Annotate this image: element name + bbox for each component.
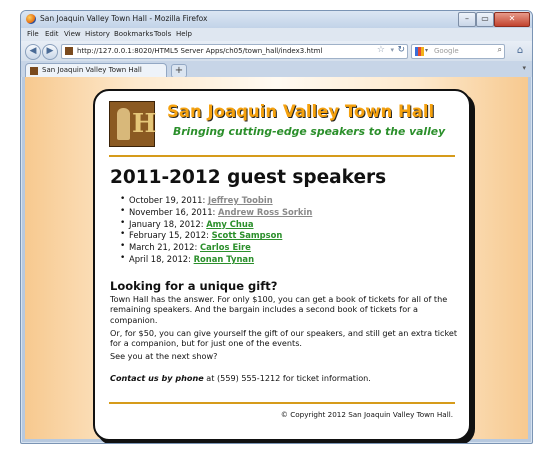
tab-strip: San Joaquin Valley Town Hall + ▾ [21,61,532,78]
title-bar[interactable]: San Joaquin Valley Town Hall - Mozilla F… [21,11,532,28]
new-tab-button[interactable]: + [171,64,187,78]
speaker-list: October 19, 2011: Jeffrey Toobin Novembe… [119,194,312,266]
contact-paragraph: Contact us by phone at (559) 555-1212 fo… [110,373,458,383]
speaker-link[interactable]: Andrew Ross Sorkin [218,207,312,217]
gift-paragraph-1: Town Hall has the answer. For only $100,… [110,294,448,325]
site-tagline: Bringing cutting-edge speakers to the va… [173,125,446,138]
contact-text: at (559) 555-1212 for ticket information… [203,373,371,383]
browser-window: San Joaquin Valley Town Hall - Mozilla F… [20,10,533,444]
menu-history[interactable]: History [85,30,110,38]
gift-heading: Looking for a unique gift? [110,279,278,293]
menu-edit[interactable]: Edit [45,30,59,38]
firefox-icon [26,14,36,24]
speaker-link[interactable]: Scott Sampson [212,230,283,240]
window-title: San Joaquin Valley Town Hall - Mozilla F… [40,14,208,23]
menu-bookmarks[interactable]: Bookmarks [114,30,153,38]
copyright-footer: © Copyright 2012 San Joaquin Valley Town… [280,410,453,419]
speaker-link[interactable]: Jeffrey Toobin [208,195,273,205]
search-box[interactable]: ▾ Google ⌕ [411,44,505,59]
tab-town-hall[interactable]: San Joaquin Valley Town Hall [25,63,167,78]
menu-tools[interactable]: Tools [154,30,171,38]
maximize-button[interactable]: ▭ [476,12,494,27]
speaker-figure-icon [117,108,130,140]
minimize-button[interactable]: – [458,12,476,27]
list-item: October 19, 2011: Jeffrey Toobin [119,194,312,207]
tab-favicon [30,67,38,75]
list-item: April 18, 2012: Ronan Tynan [119,253,312,266]
header-divider [109,155,455,157]
home-icon[interactable]: ⌂ [514,45,526,57]
list-item: March 21, 2012: Carlos Eire [119,241,312,254]
tab-list-icon[interactable]: ▾ [522,64,526,72]
logo-monogram-icon: H [132,109,157,139]
search-engine-dropdown-icon[interactable]: ▾ [425,47,428,54]
list-item: January 18, 2012: Amy Chua [119,218,312,231]
site-favicon [65,47,73,55]
list-item: February 15, 2012: Scott Sampson [119,229,312,242]
footer-divider [109,402,455,404]
forward-arrow-icon[interactable]: ▶ [42,44,58,60]
menu-view[interactable]: View [64,30,81,38]
history-dropdown-icon[interactable]: ▾ [390,46,394,54]
speaker-date: October 19, 2011: [129,195,208,205]
close-button[interactable]: ✕ [494,12,530,27]
town-hall-logo: H [109,101,157,147]
speaker-date: April 18, 2012: [129,253,194,264]
speaker-link[interactable]: Carlos Eire [200,242,251,252]
speakers-heading: 2011-2012 guest speakers [110,167,387,188]
bookmark-star-icon[interactable]: ☆ [377,45,385,55]
address-bar[interactable]: http://127.0.0.1:8020/HTML5 Server Apps/… [61,44,408,59]
url-text[interactable]: http://127.0.0.1:8020/HTML5 Server Apps/… [77,47,322,55]
page-viewport: H San Joaquin Valley Town Hall Bringing … [25,77,528,441]
gift-paragraph-2: Or, for $50, you can give yourself the g… [110,328,458,349]
speaker-date: November 16, 2011: [129,206,219,217]
speaker-link[interactable]: Amy Chua [206,219,253,229]
menu-help[interactable]: Help [176,30,192,38]
site-title: San Joaquin Valley Town Hall [167,102,435,121]
gift-paragraph-3: See you at the next show? [110,351,218,361]
search-icon[interactable]: ⌕ [498,45,502,55]
menu-bar: File Edit View History Bookmarks Tools H… [21,28,532,41]
speaker-link[interactable]: Ronan Tynan [194,254,254,264]
speaker-date: February 15, 2012: [129,230,212,241]
reload-icon[interactable]: ↻ [397,45,405,55]
google-icon[interactable] [415,47,424,56]
list-item: November 16, 2011: Andrew Ross Sorkin [119,206,312,219]
back-arrow-icon[interactable]: ◀ [25,44,41,60]
page-card: H San Joaquin Valley Town Hall Bringing … [93,89,471,441]
navigation-bar: ◀ ▶ http://127.0.0.1:8020/HTML5 Server A… [21,41,532,61]
speaker-date: March 21, 2012: [129,242,200,253]
speaker-date: January 18, 2012: [129,218,207,229]
contact-label: Contact us by phone [110,373,204,383]
search-placeholder: Google [434,47,459,55]
menu-file[interactable]: File [27,30,39,38]
tab-label: San Joaquin Valley Town Hall [42,66,142,74]
